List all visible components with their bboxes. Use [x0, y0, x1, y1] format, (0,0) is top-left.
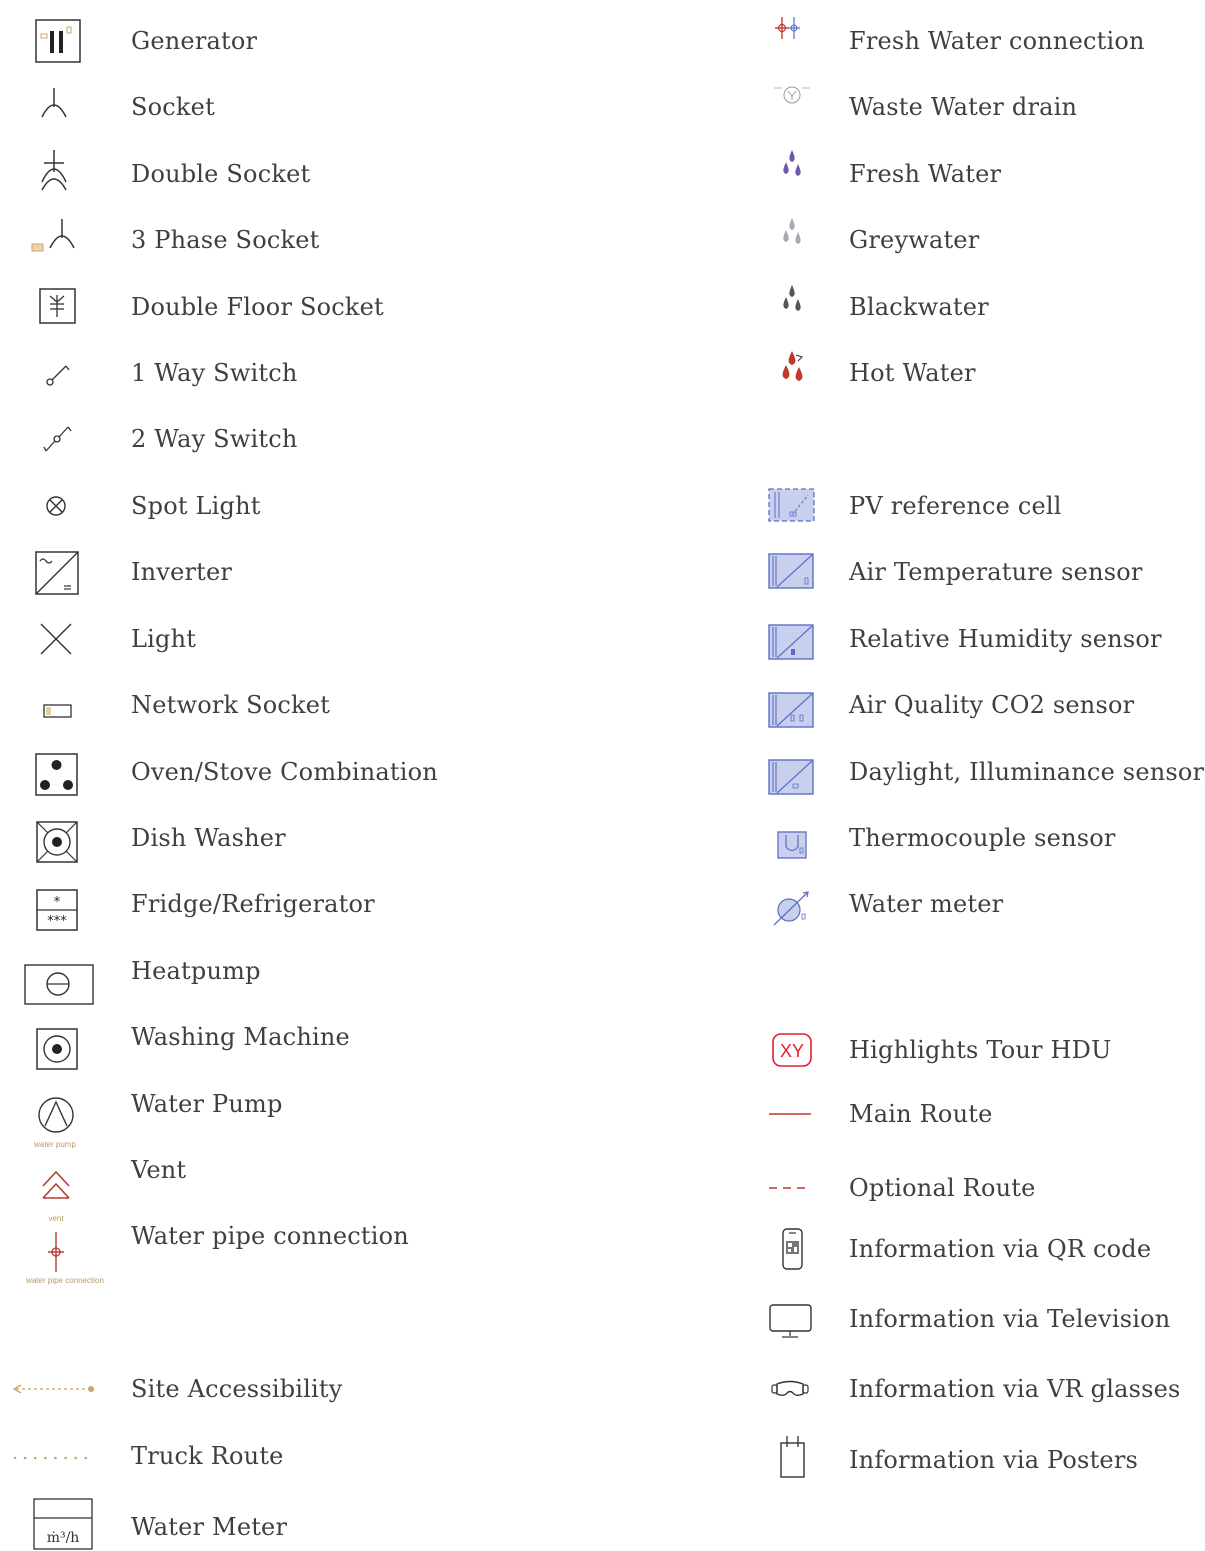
television-icon: [769, 1304, 812, 1338]
oven-stove-icon: [35, 753, 78, 796]
legend-label: Waste Water drain: [849, 93, 1078, 121]
washing-machine-icon: [36, 1028, 78, 1070]
greywater-icon: [783, 218, 801, 244]
legend-label: Water meter: [849, 890, 1004, 918]
site-accessibility-icon: [12, 1384, 94, 1394]
legend-label: Daylight, Illuminance sensor: [849, 758, 1205, 786]
legend-label: Information via QR code: [849, 1235, 1152, 1263]
legend-label: Water pipe connection: [131, 1222, 409, 1250]
water-pipe-caption: water pipe connection: [25, 1276, 104, 1285]
fresh-water-icon: [783, 150, 801, 176]
two-way-switch-icon: [43, 426, 72, 452]
network-socket-icon: [43, 704, 72, 718]
generator-icon: [35, 19, 81, 63]
legend-label: Optional Route: [849, 1174, 1036, 1202]
truck-route-icon: [13, 1456, 96, 1460]
water-meter-unit: ṁ³/h: [47, 1530, 80, 1546]
spot-light-icon: [46, 496, 66, 516]
qr-code-icon: [782, 1228, 803, 1270]
legend-label: Water Pump: [131, 1090, 283, 1118]
socket-icon: [41, 88, 67, 118]
legend-label: Site Accessibility: [131, 1375, 343, 1403]
water-meter-icon: [773, 891, 809, 926]
legend-label: Truck Route: [131, 1442, 284, 1470]
legend-label: Air Quality CO2 sensor: [849, 691, 1135, 719]
thermocouple-sensor-icon: [777, 831, 807, 859]
legend-label: Main Route: [849, 1100, 993, 1128]
legend-label: Heatpump: [131, 957, 261, 985]
legend-label: Blackwater: [849, 293, 989, 321]
legend-label: Light: [131, 625, 197, 653]
one-way-switch-icon: [46, 365, 70, 386]
hot-water-icon: [782, 351, 804, 381]
relative-humidity-sensor-icon: [768, 624, 814, 660]
double-floor-socket-icon: [39, 288, 76, 324]
heatpump-icon: [24, 964, 94, 1005]
legend-label: 1 Way Switch: [131, 359, 298, 387]
legend-label: Information via VR glasses: [849, 1375, 1181, 1403]
water-pipe-connection-icon: water pipe connection: [25, 1232, 104, 1285]
legend-label: Fridge/Refrigerator: [131, 890, 375, 918]
three-phase-socket-icon: [31, 219, 75, 252]
legend-label: 2 Way Switch: [131, 425, 298, 453]
legend-label: Highlights Tour HDU: [849, 1036, 1112, 1064]
tour-badge: XY: [780, 1041, 804, 1061]
pv-reference-cell-icon: [768, 488, 815, 522]
waste-water-drain-icon: [774, 86, 810, 104]
dish-washer-icon: [36, 821, 78, 863]
legend-label: Information via Posters: [849, 1446, 1139, 1474]
legend-label: Relative Humidity sensor: [849, 625, 1162, 653]
legend-label: Fresh Water: [849, 160, 1002, 188]
legend-label: Thermocouple sensor: [849, 824, 1116, 852]
blackwater-icon: [783, 285, 801, 311]
optional-route-icon: [769, 1187, 811, 1189]
water-meter-box-icon: ṁ³/h: [33, 1498, 93, 1550]
light-icon: [40, 623, 72, 655]
legend-label: Double Floor Socket: [131, 293, 384, 321]
posters-icon: [780, 1436, 805, 1478]
fresh-water-connection-icon: [775, 17, 800, 39]
legend-label: Generator: [131, 27, 258, 55]
highlights-tour-icon: XY: [772, 1033, 812, 1067]
vr-glasses-icon: [771, 1380, 809, 1396]
legend-label: Double Socket: [131, 160, 311, 188]
svg-text:***: ***: [47, 914, 67, 929]
fridge-icon: * ***: [36, 889, 78, 931]
vent-icon: vent: [42, 1170, 70, 1223]
legend-label: Vent: [131, 1156, 187, 1184]
legend-label: Inverter: [131, 558, 233, 586]
water-pump-icon: water pump: [33, 1097, 76, 1149]
legend-label: 3 Phase Socket: [131, 226, 320, 254]
legend-label: Network Socket: [131, 691, 331, 719]
legend-label: Water Meter: [131, 1513, 288, 1541]
svg-text:*: *: [54, 895, 61, 910]
daylight-illuminance-sensor-icon: [768, 759, 814, 795]
legend-label: Spot Light: [131, 492, 261, 520]
inverter-icon: [35, 551, 79, 595]
legend-label: Air Temperature sensor: [849, 558, 1143, 586]
double-socket-icon: [41, 150, 67, 191]
legend-label: Fresh Water connection: [849, 27, 1145, 55]
legend-label: Washing Machine: [131, 1023, 350, 1051]
air-quality-co2-sensor-icon: [768, 692, 814, 728]
legend-label: PV reference cell: [849, 492, 1062, 520]
air-temperature-sensor-icon: [768, 553, 814, 589]
main-route-icon: [769, 1113, 811, 1115]
legend-label: Socket: [131, 93, 215, 121]
legend-label: Hot Water: [849, 359, 976, 387]
legend-label: Information via Television: [849, 1305, 1171, 1333]
legend-label: Oven/Stove Combination: [131, 758, 438, 786]
legend-label: Greywater: [849, 226, 980, 254]
legend-label: Dish Washer: [131, 824, 286, 852]
